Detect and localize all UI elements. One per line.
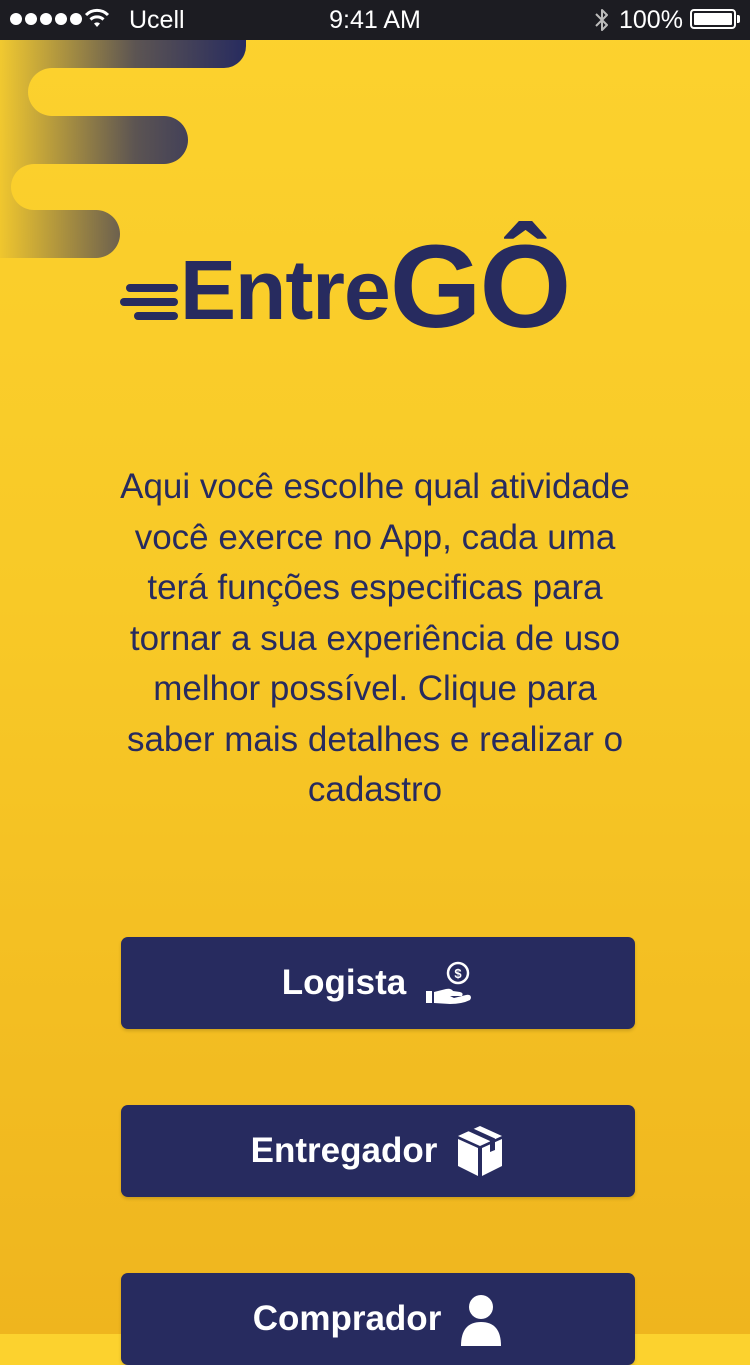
intro-line: cadastro (307, 770, 443, 809)
status-bar: Ucell 9:41 AM 100% (0, 0, 750, 40)
battery-percent: 100% (619, 6, 683, 34)
battery-icon (690, 9, 740, 29)
intro-line: tornar a sua experiência de uso (129, 618, 621, 658)
comprador-label: Comprador (252, 1299, 442, 1338)
logo-text-go: GÔ (389, 221, 572, 353)
bluetooth-icon (595, 9, 608, 31)
logo-text-entre: Entre (180, 243, 391, 337)
entregador-button[interactable]: Entregador (121, 1105, 635, 1197)
intro-line: saber mais detalhes e realizar o (126, 719, 624, 759)
intro-line: melhor possível. Clique para (153, 669, 597, 708)
logista-button[interactable]: Logista $ (121, 937, 635, 1029)
entregador-label: Entregador (250, 1131, 438, 1170)
intro-line: você exerce no App, cada uma (134, 517, 616, 557)
intro-line: Aqui você escolhe qual atividade (120, 467, 630, 506)
package-box-icon (455, 1124, 505, 1178)
hand-money-icon: $ (424, 961, 474, 1005)
logista-label: Logista (281, 963, 407, 1002)
intro-description: Aqui você escolhe qual atividade você ex… (70, 462, 680, 816)
speed-lines-icon (120, 278, 178, 322)
svg-text:$: $ (455, 966, 463, 981)
user-icon (459, 1292, 503, 1346)
comprador-button[interactable]: Comprador (121, 1273, 635, 1365)
app-logo: Entre GÔ (120, 221, 572, 353)
intro-line: terá funções especificas para (147, 568, 603, 607)
